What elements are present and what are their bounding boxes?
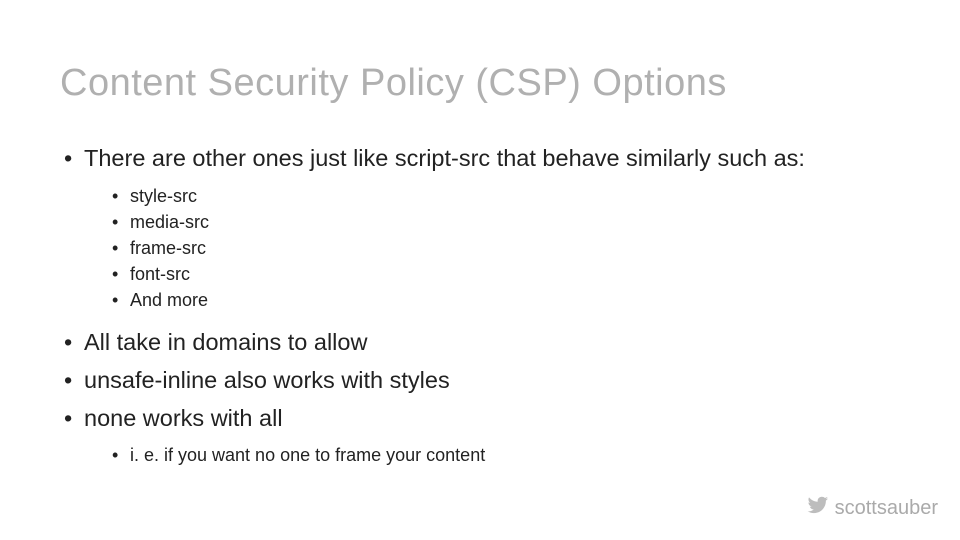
nested-item: media-src (84, 209, 900, 235)
nested-item: And more (84, 287, 900, 313)
bullet-item: none works with all i. e. if you want no… (60, 403, 900, 469)
twitter-icon (807, 494, 829, 522)
bullet-list: There are other ones just like script-sr… (60, 143, 900, 468)
bullet-text: none works with all (84, 405, 283, 431)
nested-item: i. e. if you want no one to frame your c… (84, 442, 900, 468)
nested-item: style-src (84, 183, 900, 209)
nested-item: font-src (84, 261, 900, 287)
bullet-text: All take in domains to allow (84, 329, 367, 355)
nested-text: i. e. if you want no one to frame your c… (130, 445, 485, 465)
bullet-text: There are other ones just like script-sr… (84, 145, 805, 171)
nested-text: media-src (130, 212, 209, 232)
bullet-text: unsafe-inline also works with styles (84, 367, 450, 393)
footer: scottsauber (807, 494, 938, 522)
slide-title: Content Security Policy (CSP) Options (60, 62, 900, 105)
nested-list: style-src media-src frame-src font-src A… (84, 183, 900, 313)
footer-handle: scottsauber (835, 497, 938, 520)
nested-item: frame-src (84, 235, 900, 261)
nested-text: style-src (130, 186, 197, 206)
bullet-item: unsafe-inline also works with styles (60, 365, 900, 397)
nested-list: i. e. if you want no one to frame your c… (84, 442, 900, 468)
nested-text: And more (130, 290, 208, 310)
bullet-item: There are other ones just like script-sr… (60, 143, 900, 313)
bullet-item: All take in domains to allow (60, 327, 900, 359)
slide: Content Security Policy (CSP) Options Th… (0, 0, 960, 540)
nested-text: font-src (130, 264, 190, 284)
nested-text: frame-src (130, 238, 206, 258)
